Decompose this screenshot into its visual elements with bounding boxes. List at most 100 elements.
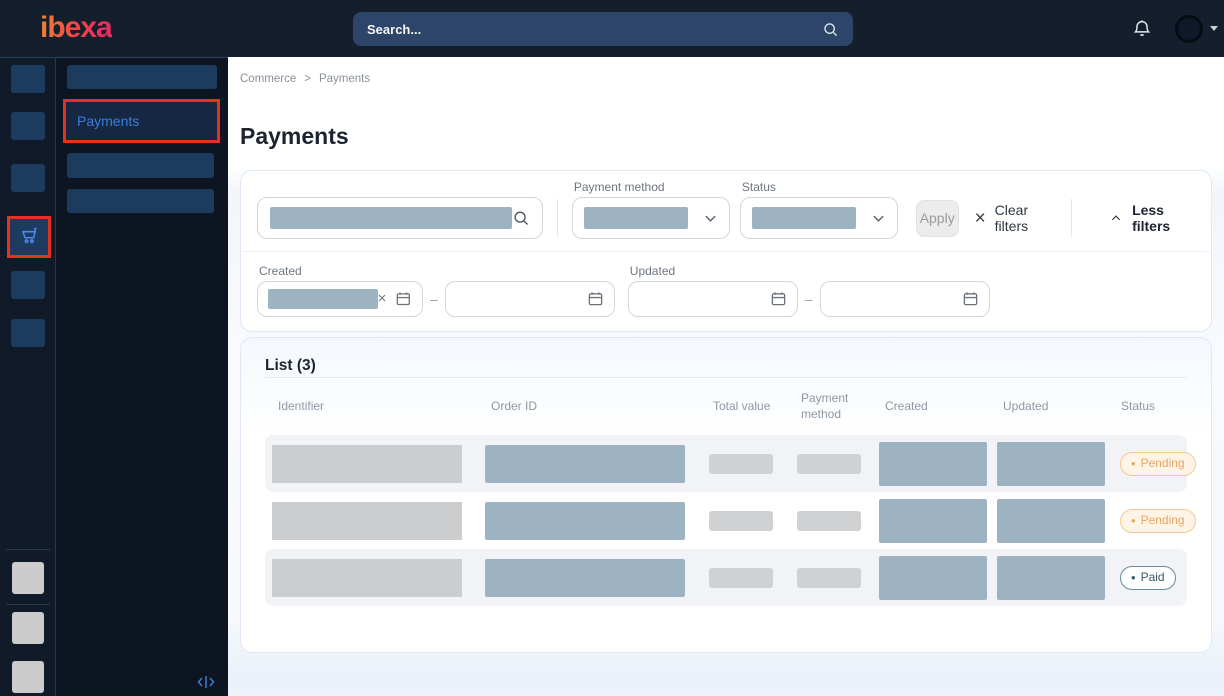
created-from-field: Created × bbox=[257, 281, 423, 317]
rail-item-1[interactable] bbox=[11, 65, 45, 93]
created-to-date-input[interactable] bbox=[445, 281, 615, 317]
status-field: Status bbox=[740, 197, 898, 239]
redacted-payment-method bbox=[797, 454, 861, 474]
created-label: Created bbox=[259, 264, 302, 278]
column-header-created: Created bbox=[872, 399, 990, 415]
menu-item-payments-active[interactable]: Payments bbox=[63, 99, 220, 143]
chevron-down-icon bbox=[703, 211, 718, 226]
filter-divider bbox=[557, 199, 558, 237]
rail-bottom-item-3[interactable] bbox=[12, 661, 44, 693]
sidebar-icon-rail bbox=[0, 57, 56, 696]
filters-row-2: Created × – bbox=[241, 252, 1211, 333]
updated-to-date-input[interactable] bbox=[820, 281, 990, 317]
table-header: Identifier Order ID Total value Payment … bbox=[265, 378, 1187, 435]
redacted-total-value bbox=[709, 511, 773, 531]
created-from-date-input[interactable]: × bbox=[257, 281, 423, 317]
table-row[interactable]: Pending bbox=[265, 492, 1187, 549]
filters-panel: Payment method Status Apply × bbox=[240, 170, 1212, 332]
status-badge: Pending bbox=[1120, 452, 1196, 476]
redacted-updated-date bbox=[997, 556, 1105, 600]
clear-date-icon[interactable]: × bbox=[378, 291, 387, 306]
chevron-down-icon bbox=[871, 211, 886, 226]
sidebar-collapse-icon[interactable] bbox=[196, 674, 216, 690]
rail-divider bbox=[6, 604, 50, 605]
calendar-icon[interactable] bbox=[587, 290, 604, 307]
topbar: ibexa Search... bbox=[0, 0, 1224, 57]
payment-method-select[interactable] bbox=[572, 197, 730, 239]
payments-list-panel: List (3) Identifier Order ID Total value… bbox=[240, 337, 1212, 653]
search-icon bbox=[512, 209, 530, 227]
redacted-payment-method bbox=[797, 511, 861, 531]
filters-row-1: Payment method Status Apply × bbox=[241, 171, 1211, 251]
date-range-dash: – bbox=[430, 291, 438, 307]
menu-item-1[interactable] bbox=[67, 65, 217, 89]
redacted-updated-date bbox=[997, 499, 1105, 543]
redacted-created-date bbox=[879, 442, 987, 486]
list-title: List (3) bbox=[265, 338, 1187, 377]
column-header-order-id: Order ID bbox=[478, 399, 700, 415]
ibexa-logo[interactable]: ibexa bbox=[40, 11, 112, 45]
redacted-created-date bbox=[879, 499, 987, 543]
menu-item-3[interactable] bbox=[67, 153, 214, 178]
redacted-identifier bbox=[272, 559, 462, 597]
page-title: Payments bbox=[240, 123, 1212, 150]
payment-method-label: Payment method bbox=[574, 180, 665, 194]
close-icon: × bbox=[975, 209, 986, 228]
rail-item-commerce-active[interactable] bbox=[7, 216, 51, 258]
user-avatar[interactable] bbox=[1175, 15, 1203, 43]
rail-item-2[interactable] bbox=[11, 112, 45, 140]
redacted-select-value bbox=[752, 207, 856, 229]
updated-from-date-input[interactable] bbox=[628, 281, 798, 317]
less-filters-button[interactable]: Less filters bbox=[1110, 202, 1195, 234]
redacted-identifier bbox=[272, 502, 462, 540]
column-header-status: Status bbox=[1108, 399, 1187, 415]
filter-divider bbox=[1071, 199, 1072, 237]
updated-label: Updated bbox=[630, 264, 675, 278]
redacted-search-value bbox=[270, 207, 512, 229]
menu-item-payments-label: Payments bbox=[77, 113, 139, 129]
rail-bottom-item-1[interactable] bbox=[12, 562, 44, 594]
updated-from-field: Updated bbox=[628, 281, 798, 317]
table-row[interactable]: Paid bbox=[265, 549, 1187, 606]
breadcrumb: Commerce > Payments bbox=[240, 73, 1212, 85]
ibexa-admin-app: ibexa Search... bbox=[0, 0, 1224, 696]
status-badge: Pending bbox=[1120, 509, 1196, 533]
calendar-icon[interactable] bbox=[395, 290, 412, 307]
rail-item-5[interactable] bbox=[11, 271, 45, 299]
menu-item-4[interactable] bbox=[67, 189, 214, 213]
breadcrumb-commerce[interactable]: Commerce bbox=[240, 73, 296, 85]
redacted-updated-date bbox=[997, 442, 1105, 486]
notifications-bell-icon[interactable] bbox=[1131, 18, 1153, 40]
apply-button[interactable]: Apply bbox=[916, 200, 959, 237]
breadcrumb-payments[interactable]: Payments bbox=[319, 73, 370, 85]
redacted-payment-method bbox=[797, 568, 861, 588]
clear-filters-button[interactable]: × Clear filters bbox=[975, 202, 1054, 234]
payment-method-field: Payment method bbox=[572, 197, 730, 239]
rail-bottom-item-2[interactable] bbox=[12, 612, 44, 644]
calendar-icon[interactable] bbox=[770, 290, 787, 307]
redacted-date-value bbox=[268, 289, 378, 309]
main-content: Commerce > Payments Payments Payment met… bbox=[228, 57, 1224, 696]
redacted-total-value bbox=[709, 454, 773, 474]
rail-divider bbox=[6, 549, 50, 550]
redacted-total-value bbox=[709, 568, 773, 588]
search-icon bbox=[822, 21, 839, 38]
user-menu-caret-icon[interactable] bbox=[1210, 26, 1218, 31]
status-label: Status bbox=[742, 180, 776, 194]
status-select[interactable] bbox=[740, 197, 898, 239]
breadcrumb-separator: > bbox=[304, 73, 311, 85]
filter-search-input[interactable] bbox=[257, 197, 543, 239]
table-row[interactable]: Pending bbox=[265, 435, 1187, 492]
redacted-order-id bbox=[485, 559, 685, 597]
shopping-cart-icon bbox=[18, 226, 40, 248]
redacted-identifier bbox=[272, 445, 462, 483]
chevron-up-icon bbox=[1110, 211, 1122, 225]
global-search-input[interactable]: Search... bbox=[353, 12, 853, 46]
calendar-icon[interactable] bbox=[962, 290, 979, 307]
column-header-updated: Updated bbox=[990, 399, 1108, 415]
redacted-created-date bbox=[879, 556, 987, 600]
global-search-placeholder: Search... bbox=[367, 22, 822, 37]
rail-item-6[interactable] bbox=[11, 319, 45, 347]
column-header-total-value: Total value bbox=[700, 399, 788, 415]
rail-item-3[interactable] bbox=[11, 164, 45, 192]
